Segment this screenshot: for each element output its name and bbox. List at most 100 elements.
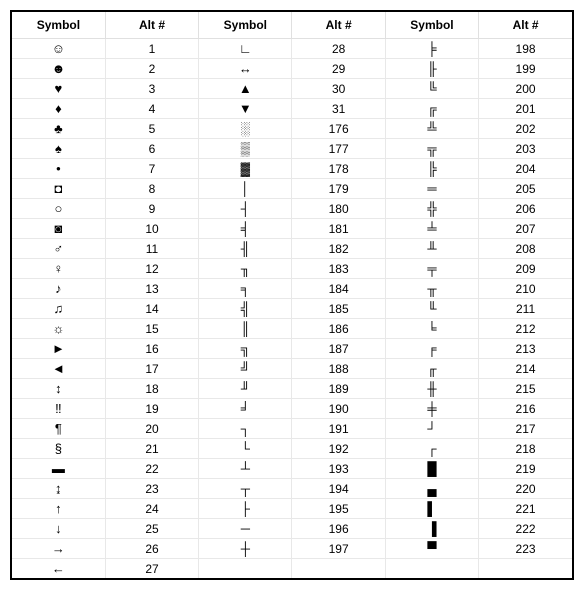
- symbol-cell: ♣: [12, 119, 105, 139]
- alt-cell: 219: [479, 459, 572, 479]
- symbol-cell: ├: [199, 499, 292, 519]
- alt-cell: 200: [479, 79, 572, 99]
- alt-cell: 12: [105, 259, 198, 279]
- alt-cell: 26: [105, 539, 198, 559]
- symbol-cell: ╚: [385, 79, 478, 99]
- alt-cell: 223: [479, 539, 572, 559]
- symbol-cell: ♂: [12, 239, 105, 259]
- alt-cell: 23: [105, 479, 198, 499]
- symbol-cell: ┼: [199, 539, 292, 559]
- symbol-cell: ╡: [199, 219, 292, 239]
- symbol-cell: ═: [385, 179, 478, 199]
- table-row: ♥3▲30╚200: [12, 79, 572, 99]
- alt-cell: 4: [105, 99, 198, 119]
- symbol-cell: ▐: [385, 519, 478, 539]
- symbol-cell: ╦: [385, 139, 478, 159]
- table-row: ☻2↔29╟199: [12, 59, 572, 79]
- symbol-cell: ┤: [199, 199, 292, 219]
- table-row: ♪13╕184╥210: [12, 279, 572, 299]
- symbol-cell: ☼: [12, 319, 105, 339]
- alt-cell: 179: [292, 179, 385, 199]
- symbol-cell: ↔: [199, 59, 292, 79]
- symbol-cell: ♫: [12, 299, 105, 319]
- table-row: ♂11╢182╨208: [12, 239, 572, 259]
- symbol-cell: ┌: [385, 439, 478, 459]
- symbol-cell: ╜: [199, 379, 292, 399]
- alt-cell: [479, 559, 572, 579]
- alt-cell: 8: [105, 179, 198, 199]
- symbol-cell: [385, 559, 478, 579]
- table-row: ←27: [12, 559, 572, 579]
- symbol-cell: ┐: [199, 419, 292, 439]
- alt-cell: 220: [479, 479, 572, 499]
- alt-cell: 9: [105, 199, 198, 219]
- alt-cell: 10: [105, 219, 198, 239]
- alt-cell: 186: [292, 319, 385, 339]
- header-row: Symbol Alt # Symbol Alt # Symbol Alt #: [12, 12, 572, 39]
- symbol-cell: ◘: [12, 179, 105, 199]
- table-row: →26┼197▀223: [12, 539, 572, 559]
- table-row: ◄17╝188╓214: [12, 359, 572, 379]
- symbol-cell: ╔: [385, 99, 478, 119]
- table-row: ♣5░176╩202: [12, 119, 572, 139]
- symbol-cell: ┴: [199, 459, 292, 479]
- alt-cell: 206: [479, 199, 572, 219]
- symbol-cell: ╝: [199, 359, 292, 379]
- alt-cell: 203: [479, 139, 572, 159]
- alt-cell: 187: [292, 339, 385, 359]
- symbol-cell: ┬: [199, 479, 292, 499]
- alt-cell: 212: [479, 319, 572, 339]
- alt-cell: 3: [105, 79, 198, 99]
- symbol-cell: ╟: [385, 59, 478, 79]
- symbol-cell: §: [12, 439, 105, 459]
- alt-cell: 198: [479, 39, 572, 59]
- alt-cell: 221: [479, 499, 572, 519]
- symbol-cell: └: [199, 439, 292, 459]
- table-row: ☼15║186╘212: [12, 319, 572, 339]
- symbol-cell: ‼: [12, 399, 105, 419]
- header-alt-1: Alt #: [105, 12, 198, 39]
- alt-cell: 2: [105, 59, 198, 79]
- alt-cell: 178: [292, 159, 385, 179]
- alt-cell: 29: [292, 59, 385, 79]
- alt-code-table: Symbol Alt # Symbol Alt # Symbol Alt # ☺…: [12, 12, 572, 578]
- header-alt-2: Alt #: [292, 12, 385, 39]
- symbol-cell: ╤: [385, 259, 478, 279]
- table-row: ♠6▒177╦203: [12, 139, 572, 159]
- table-row: ○9┤180╬206: [12, 199, 572, 219]
- alt-cell: 213: [479, 339, 572, 359]
- alt-cell: 205: [479, 179, 572, 199]
- symbol-cell: ╕: [199, 279, 292, 299]
- alt-cell: 204: [479, 159, 572, 179]
- symbol-cell: ╫: [385, 379, 478, 399]
- alt-cell: 24: [105, 499, 198, 519]
- symbol-cell: ░: [199, 119, 292, 139]
- symbol-cell: ▓: [199, 159, 292, 179]
- alt-cell: 189: [292, 379, 385, 399]
- alt-cell: 193: [292, 459, 385, 479]
- symbol-cell: ◙: [12, 219, 105, 239]
- symbol-cell: ▲: [199, 79, 292, 99]
- symbol-cell: ╢: [199, 239, 292, 259]
- symbol-cell: ╥: [385, 279, 478, 299]
- table-row: ☺1∟28╞198: [12, 39, 572, 59]
- table-row: ♀12╖183╤209: [12, 259, 572, 279]
- table-row: ♫14╣185╙211: [12, 299, 572, 319]
- alt-cell: 194: [292, 479, 385, 499]
- alt-cell: 183: [292, 259, 385, 279]
- symbol-cell: ┘: [385, 419, 478, 439]
- symbol-cell: ↑: [12, 499, 105, 519]
- table-row: ‼19╛190╪216: [12, 399, 572, 419]
- symbol-cell: ♦: [12, 99, 105, 119]
- table-row: ◙10╡181╧207: [12, 219, 572, 239]
- alt-code-table-container: Symbol Alt # Symbol Alt # Symbol Alt # ☺…: [10, 10, 574, 580]
- symbol-cell: [199, 559, 292, 579]
- symbol-cell: ♪: [12, 279, 105, 299]
- table-row: ◘8│179═205: [12, 179, 572, 199]
- alt-cell: 222: [479, 519, 572, 539]
- symbol-cell: ↨: [12, 479, 105, 499]
- alt-cell: 211: [479, 299, 572, 319]
- alt-cell: 16: [105, 339, 198, 359]
- symbol-cell: ◄: [12, 359, 105, 379]
- symbol-cell: ╧: [385, 219, 478, 239]
